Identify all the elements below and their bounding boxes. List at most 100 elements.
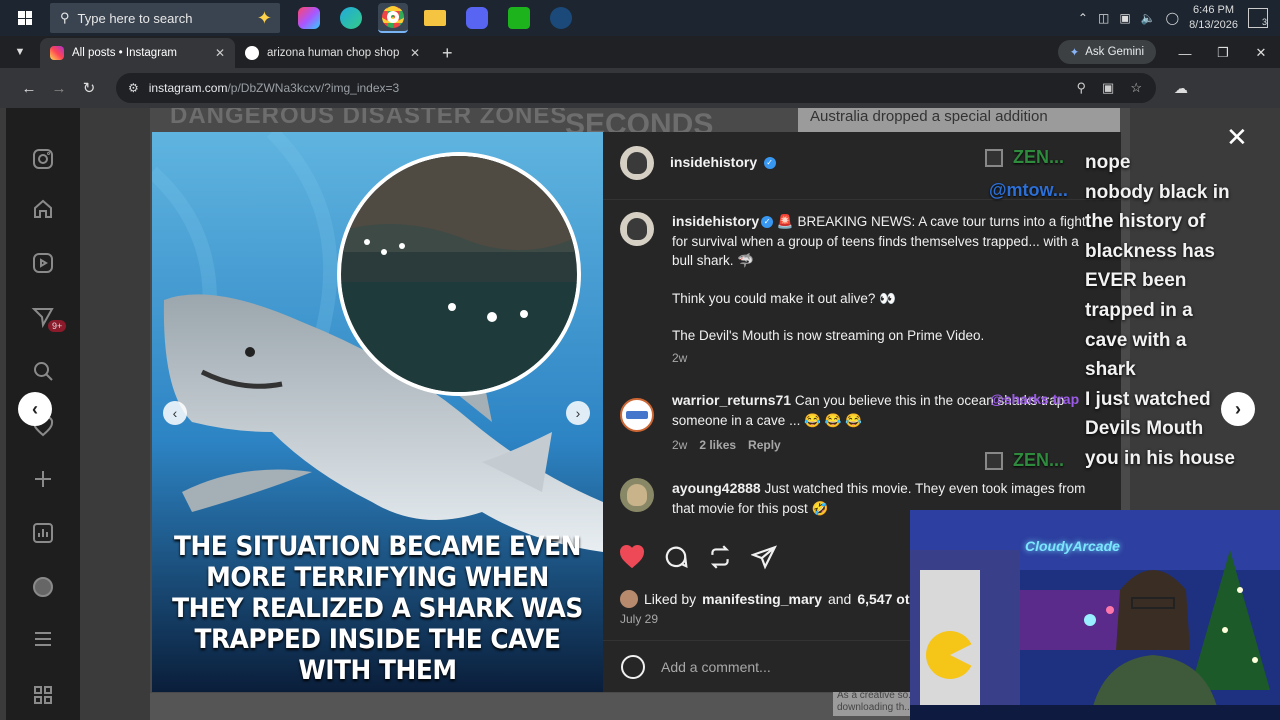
chat-message: cave with a <box>1085 329 1187 351</box>
chevron-up-icon[interactable]: ⌃ <box>1078 11 1088 25</box>
copilot-app-icon[interactable] <box>298 7 320 29</box>
reels-icon[interactable] <box>28 248 58 278</box>
edge-app-icon[interactable] <box>336 3 366 33</box>
post-image-carousel[interactable]: THE SITUATION BECAME EVEN MORE TERRIFYIN… <box>152 132 603 692</box>
volume-icon[interactable]: 🔈 <box>1141 11 1156 25</box>
liked-by-user[interactable]: manifesting_mary <box>702 591 822 607</box>
verified-badge-icon: ✓ <box>761 216 774 229</box>
chat-user-name: ZEN... <box>1013 147 1065 167</box>
carousel-prev-button[interactable]: ‹ <box>163 401 187 425</box>
dashboard-icon[interactable] <box>28 518 58 548</box>
chat-user-zen: ZEN... <box>985 147 1064 168</box>
chat-message: I just watched <box>1085 388 1211 410</box>
network-icon[interactable]: ▣ <box>1119 11 1130 25</box>
comment-username[interactable]: ayoung42888 <box>672 480 761 496</box>
notification-count: 3 <box>1261 17 1267 27</box>
comment-bubble-icon[interactable] <box>663 544 689 570</box>
steam-app-icon[interactable] <box>546 3 576 33</box>
maximize-icon[interactable]: ❐ <box>1204 45 1242 61</box>
post-header-author[interactable]: insidehistory ✓ <box>670 154 776 172</box>
minimize-icon[interactable]: — <box>1166 46 1204 61</box>
caption-meta: 2w <box>672 351 687 365</box>
create-plus-icon[interactable] <box>28 464 58 494</box>
instagram-favicon-icon <box>50 46 64 60</box>
site-info-icon[interactable]: ⚙ <box>128 81 139 95</box>
windows-start-button[interactable] <box>0 0 50 36</box>
stream-chat-overlay: nope nobody black in the history of blac… <box>1085 148 1265 474</box>
comment-reply-button[interactable]: Reply <box>748 438 781 452</box>
zoom-icon[interactable]: ⚲ <box>1077 80 1087 96</box>
webcam-neon-sign: CloudyArcade <box>1025 538 1120 554</box>
windows-taskbar: ⚲ Type here to search ✦ ⌃ ◫ ▣ 🔈 ◯ 6:46 P… <box>0 0 1280 36</box>
tab-search-chevron-icon[interactable]: ▼ <box>0 36 40 68</box>
liked-by-avatar <box>620 590 638 608</box>
browser-tab-strip: ▼ All posts • Instagram ✕ arizona human … <box>0 36 1280 68</box>
install-app-icon[interactable]: ▣ <box>1102 80 1114 96</box>
tab-close-icon[interactable]: ✕ <box>215 46 225 60</box>
background-disaster-heading: DANGEROUS DISASTER ZONES <box>170 108 568 126</box>
pixel-avatar-icon <box>985 149 1003 168</box>
carousel-next-button[interactable]: › <box>566 401 590 425</box>
menu-hamburger-icon[interactable] <box>28 624 58 654</box>
chat-user-name: ZEN... <box>1013 450 1065 470</box>
address-bar[interactable]: ⚙ instagram.com/p/DbZWNa3kcxv/?img_index… <box>116 73 1156 103</box>
url-host: instagram.com <box>148 81 228 95</box>
post-date: July 29 <box>620 612 659 626</box>
caption-username[interactable]: insidehistory <box>672 213 759 229</box>
taskbar-search-box[interactable]: ⚲ Type here to search ✦ <box>50 3 280 33</box>
forward-arrow-icon[interactable]: → <box>44 80 74 97</box>
home-icon[interactable] <box>28 194 58 224</box>
url-path: /p/DbZWNa3kcxv/?img_index=3 <box>227 81 400 95</box>
add-comment-input[interactable]: Add a comment... <box>661 659 771 675</box>
repost-icon[interactable] <box>707 544 733 570</box>
liked-by-row[interactable]: Liked by manifesting_mary and 6,547 oth <box>620 590 918 608</box>
xbox-app-icon[interactable] <box>504 3 534 33</box>
bookmark-star-icon[interactable]: ☆ <box>1130 80 1142 96</box>
file-explorer-app-icon[interactable] <box>420 3 450 33</box>
ask-gemini-button[interactable]: ✦ Ask Gemini <box>1057 40 1156 64</box>
browser-toolbar: ← → ↻ ⚙ instagram.com/p/DbZWNa3kcxv/?img… <box>0 68 1280 108</box>
liked-by-others[interactable]: 6,547 oth <box>857 591 918 607</box>
back-arrow-icon[interactable]: ← <box>14 80 44 97</box>
like-heart-icon[interactable] <box>619 544 645 570</box>
reload-icon[interactable]: ↻ <box>74 79 104 97</box>
taskbar-clock[interactable]: 6:46 PM 8/13/2026 <box>1189 3 1238 33</box>
tab-instagram[interactable]: All posts • Instagram ✕ <box>40 38 235 68</box>
previous-post-button[interactable]: ‹ <box>18 392 52 426</box>
notification-center-icon[interactable]: 3 <box>1248 8 1268 28</box>
comment-meta: 2w 2 likes Reply <box>672 438 781 452</box>
search-icon[interactable] <box>28 356 58 386</box>
extension-cloud-icon[interactable]: ☁ <box>1174 80 1188 97</box>
emoji-smiley-icon[interactable] <box>621 654 645 679</box>
clock-date: 8/13/2026 <box>1189 19 1238 31</box>
comment-username[interactable]: warrior_returns71 <box>672 392 791 408</box>
liked-by-and: and <box>827 591 852 607</box>
close-window-icon[interactable]: ✕ <box>1242 45 1280 61</box>
comment-likes[interactable]: 2 likes <box>699 438 736 452</box>
post-image-caption-text: THE SITUATION BECAME EVEN MORE TERRIFYIN… <box>172 531 583 686</box>
more-apps-icon[interactable] <box>28 680 58 710</box>
usb-icon[interactable]: ◫ <box>1098 11 1109 25</box>
share-paper-plane-icon[interactable] <box>751 544 777 570</box>
tab-close-icon[interactable]: ✕ <box>410 46 420 60</box>
author-username[interactable]: insidehistory <box>670 154 757 170</box>
comment-avatar[interactable] <box>620 478 654 512</box>
liked-by-prefix: Liked by <box>644 591 697 607</box>
instagram-logo-icon[interactable] <box>28 144 58 174</box>
new-tab-button[interactable]: + <box>430 38 465 68</box>
caption-author-avatar[interactable] <box>620 212 654 246</box>
chat-message: the history of <box>1085 211 1206 233</box>
tab-google-search[interactable]: arizona human chop shop - Go ✕ <box>235 38 430 68</box>
pixel-avatar-icon <box>985 452 1003 471</box>
author-avatar[interactable] <box>620 146 654 180</box>
globe-icon[interactable]: ◯ <box>1166 11 1179 25</box>
caption-age: 2w <box>672 351 688 365</box>
chrome-app-icon[interactable] <box>378 3 408 33</box>
taskbar-apps <box>294 3 576 33</box>
post-actions <box>619 544 777 570</box>
discord-app-icon[interactable] <box>462 3 492 33</box>
screen: ⚲ Type here to search ✦ ⌃ ◫ ▣ 🔈 ◯ 6:46 P… <box>0 0 1280 720</box>
comment-avatar[interactable] <box>620 398 654 432</box>
profile-avatar-icon[interactable] <box>28 572 58 602</box>
caption-line-3: The Devil's Mouth is now streaming on Pr… <box>672 328 985 343</box>
